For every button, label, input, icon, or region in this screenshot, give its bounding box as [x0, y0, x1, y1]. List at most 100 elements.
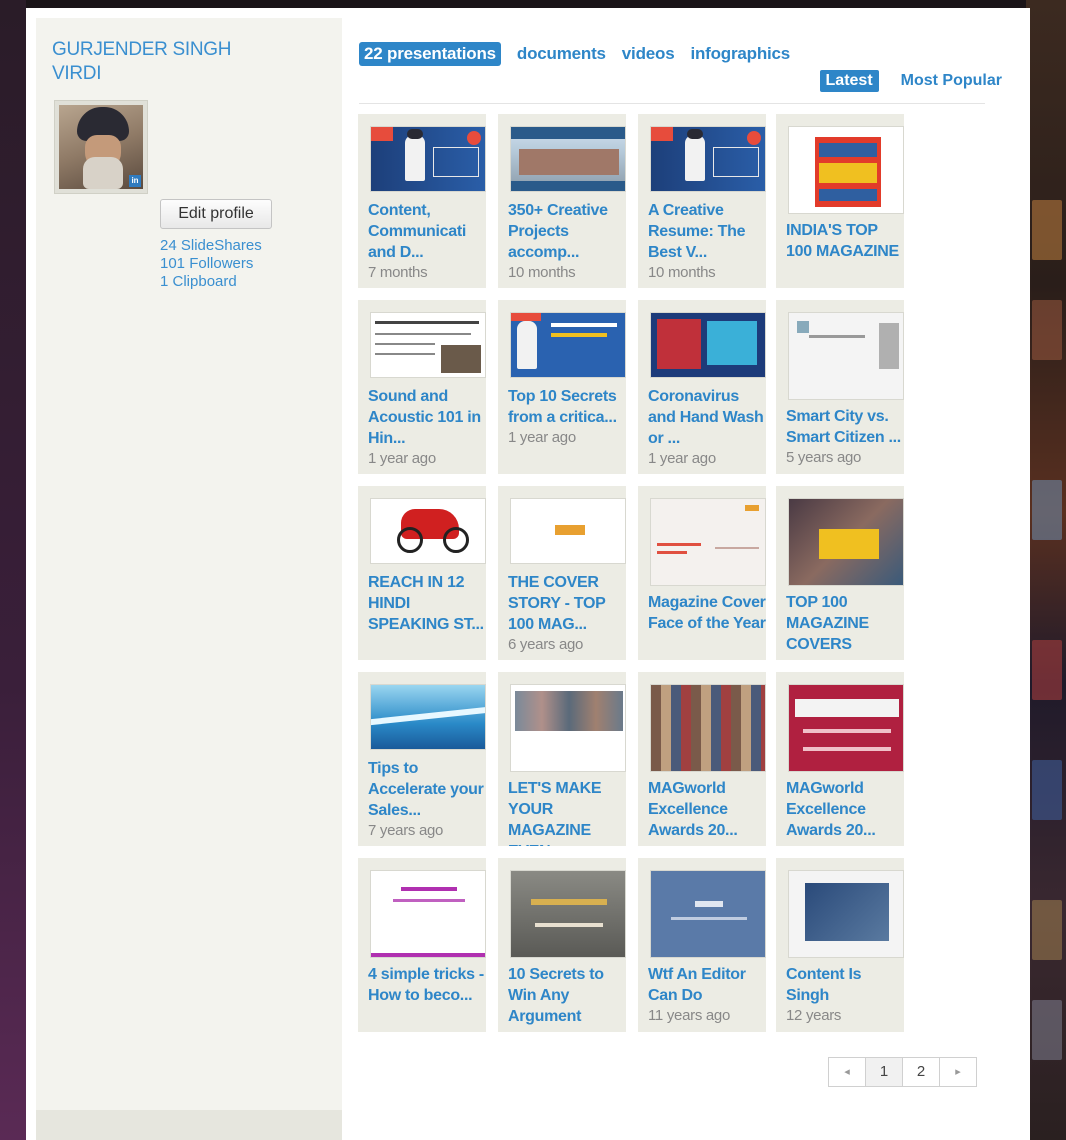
page-2-button[interactable]: 2: [902, 1057, 940, 1087]
presentation-title-text[interactable]: A Creative Resume: The Best V...: [648, 202, 745, 261]
presentation-card[interactable]: MAGworld Excellence Awards 20...: [638, 672, 766, 846]
presentation-thumbnail[interactable]: [510, 312, 626, 378]
presentation-title-text[interactable]: LET'S MAKE YOUR MAGAZINE EVEN...: [508, 780, 602, 846]
presentation-card[interactable]: LET'S MAKE YOUR MAGAZINE EVEN...: [498, 672, 626, 846]
sort-latest[interactable]: Latest: [819, 70, 879, 92]
presentation-thumbnail[interactable]: [650, 312, 766, 378]
followers-count-link[interactable]: 101 Followers: [160, 255, 262, 273]
presentation-title[interactable]: MAGworld Excellence Awards 20...: [648, 778, 766, 841]
page-1-button[interactable]: 1: [865, 1057, 903, 1087]
presentation-thumbnail[interactable]: [370, 312, 486, 378]
presentation-title[interactable]: 350+ Creative Projects accomp... 10 month…: [508, 200, 626, 282]
presentation-title-text[interactable]: 10 Secrets to Win Any Argument: [508, 966, 604, 1025]
presentation-thumbnail[interactable]: [788, 312, 904, 400]
presentation-title[interactable]: Smart City vs. Smart Citizen ... 5 years …: [786, 406, 904, 467]
presentation-title[interactable]: INDIA'S TOP 100 MAGAZINE: [786, 220, 904, 262]
presentation-thumbnail[interactable]: [370, 684, 486, 750]
presentation-title[interactable]: A Creative Resume: The Best V... 10 month…: [648, 200, 766, 282]
presentation-card[interactable]: Top 10 Secrets from a critica... 1 year a…: [498, 300, 626, 474]
presentation-card[interactable]: TOP 100 MAGAZINE COVERS: [776, 486, 904, 660]
presentation-date: 6 years ago: [508, 636, 584, 653]
presentation-title-text[interactable]: Tips to Accelerate your Sales...: [368, 760, 484, 819]
presentation-title-text[interactable]: REACH IN 12 HINDI SPEAKING ST...: [368, 574, 484, 633]
presentation-title[interactable]: TOP 100 MAGAZINE COVERS: [786, 592, 904, 655]
presentation-thumbnail[interactable]: [510, 126, 626, 192]
presentation-thumbnail[interactable]: [650, 498, 766, 586]
presentation-card[interactable]: Content, Communicati and D... 7 months: [358, 114, 486, 288]
presentation-thumbnail[interactable]: [788, 498, 904, 586]
presentation-card[interactable]: INDIA'S TOP 100 MAGAZINE: [776, 114, 904, 288]
presentation-title-text[interactable]: Coronavirus and Hand Wash or ...: [648, 388, 764, 447]
presentation-title-text[interactable]: Smart City vs. Smart Citizen ...: [786, 408, 901, 446]
presentation-title-text[interactable]: TOP 100 MAGAZINE COVERS: [786, 594, 869, 653]
presentation-title[interactable]: Coronavirus and Hand Wash or ... 1 year a…: [648, 386, 766, 468]
tab-documents[interactable]: documents: [517, 44, 606, 64]
presentation-card[interactable]: 4 simple tricks - How to beco...: [358, 858, 486, 1032]
presentation-card[interactable]: REACH IN 12 HINDI SPEAKING ST...: [358, 486, 486, 660]
tab-infographics[interactable]: infographics: [690, 44, 790, 64]
presentation-title[interactable]: REACH IN 12 HINDI SPEAKING ST...: [368, 572, 486, 635]
presentation-thumbnail[interactable]: [650, 870, 766, 958]
presentation-title[interactable]: Magazine Cover Face of the Year: [648, 592, 766, 634]
clipboard-count-link[interactable]: 1 Clipboard: [160, 273, 262, 291]
presentation-title-text[interactable]: THE COVER STORY - TOP 100 MAG...: [508, 574, 605, 633]
presentation-date: 1 year ago: [648, 450, 716, 467]
presentation-title[interactable]: MAGworld Excellence Awards 20...: [786, 778, 904, 841]
presentation-thumbnail[interactable]: [788, 126, 904, 214]
presentation-card[interactable]: A Creative Resume: The Best V... 10 month…: [638, 114, 766, 288]
presentation-title[interactable]: Wtf An Editor Can Do 11 years ago: [648, 964, 766, 1025]
presentation-card[interactable]: Wtf An Editor Can Do 11 years ago: [638, 858, 766, 1032]
presentation-thumbnail[interactable]: [510, 498, 626, 564]
presentation-title[interactable]: Content Is Singh 12 years: [786, 964, 904, 1025]
presentation-card[interactable]: THE COVER STORY - TOP 100 MAG... 6 years …: [498, 486, 626, 660]
presentation-thumbnail[interactable]: [650, 126, 766, 192]
user-name[interactable]: GURJENDER SINGH VIRDI: [52, 38, 282, 86]
presentation-title-text[interactable]: Top 10 Secrets from a critica...: [508, 388, 617, 426]
next-page-button[interactable]: ▸: [939, 1057, 977, 1087]
presentation-card[interactable]: Sound and Acoustic 101 in Hin... 1 year a…: [358, 300, 486, 474]
presentation-thumbnail[interactable]: [370, 126, 486, 192]
presentation-thumbnail[interactable]: [370, 870, 486, 958]
presentation-card[interactable]: Magazine Cover Face of the Year: [638, 486, 766, 660]
presentation-thumbnail[interactable]: [788, 684, 904, 772]
tab-videos[interactable]: videos: [622, 44, 675, 64]
slideshares-count-link[interactable]: 24 SlideShares: [160, 237, 262, 255]
presentation-title[interactable]: 10 Secrets to Win Any Argument: [508, 964, 626, 1027]
avatar[interactable]: in: [54, 100, 148, 194]
presentation-thumbnail[interactable]: [510, 684, 626, 772]
presentation-card[interactable]: 10 Secrets to Win Any Argument: [498, 858, 626, 1032]
presentation-title-text[interactable]: MAGworld Excellence Awards 20...: [648, 780, 738, 839]
presentation-thumbnail[interactable]: [510, 870, 626, 958]
presentation-title[interactable]: LET'S MAKE YOUR MAGAZINE EVEN...: [508, 778, 626, 846]
presentation-title-text[interactable]: Magazine Cover Face of the Year: [648, 594, 766, 632]
prev-page-button[interactable]: ◂: [828, 1057, 866, 1087]
presentation-thumbnail[interactable]: [370, 498, 486, 564]
sort-most-popular[interactable]: Most Popular: [901, 72, 1002, 90]
presentation-title-text[interactable]: INDIA'S TOP 100 MAGAZINE: [786, 222, 899, 260]
presentation-title-text[interactable]: Wtf An Editor Can Do: [648, 966, 746, 1004]
presentation-title[interactable]: 4 simple tricks - How to beco...: [368, 964, 486, 1006]
presentation-title-text[interactable]: Content Is Singh: [786, 966, 862, 1004]
edit-profile-button[interactable]: Edit profile: [160, 199, 272, 229]
presentation-card[interactable]: Tips to Accelerate your Sales... 7 years …: [358, 672, 486, 846]
profile-stats: 24 SlideShares 101 Followers 1 Clipboard: [160, 237, 262, 291]
presentation-title[interactable]: Sound and Acoustic 101 in Hin... 1 year a…: [368, 386, 486, 468]
presentation-title-text[interactable]: Sound and Acoustic 101 in Hin...: [368, 388, 481, 447]
presentation-title[interactable]: THE COVER STORY - TOP 100 MAG... 6 years …: [508, 572, 626, 654]
presentation-card[interactable]: MAGworld Excellence Awards 20...: [776, 672, 904, 846]
presentation-card[interactable]: 350+ Creative Projects accomp... 10 month…: [498, 114, 626, 288]
presentation-card[interactable]: Content Is Singh 12 years: [776, 858, 904, 1032]
presentation-thumbnail[interactable]: [788, 870, 904, 958]
presentation-title[interactable]: Tips to Accelerate your Sales... 7 years …: [368, 758, 486, 840]
presentation-date: 7 years ago: [368, 822, 444, 839]
presentation-card[interactable]: Coronavirus and Hand Wash or ... 1 year a…: [638, 300, 766, 474]
presentation-thumbnail[interactable]: [650, 684, 766, 772]
presentation-title[interactable]: Content, Communicati and D... 7 months: [368, 200, 486, 282]
tab-presentations[interactable]: 22 presentations: [359, 42, 501, 66]
presentation-title[interactable]: Top 10 Secrets from a critica... 1 year a…: [508, 386, 626, 447]
presentation-title-text[interactable]: MAGworld Excellence Awards 20...: [786, 780, 876, 839]
presentation-title-text[interactable]: Content, Communicati and D...: [368, 202, 466, 261]
presentation-card[interactable]: Smart City vs. Smart Citizen ... 5 years …: [776, 300, 904, 474]
presentation-title-text[interactable]: 350+ Creative Projects accomp...: [508, 202, 608, 261]
presentation-title-text[interactable]: 4 simple tricks - How to beco...: [368, 966, 484, 1004]
